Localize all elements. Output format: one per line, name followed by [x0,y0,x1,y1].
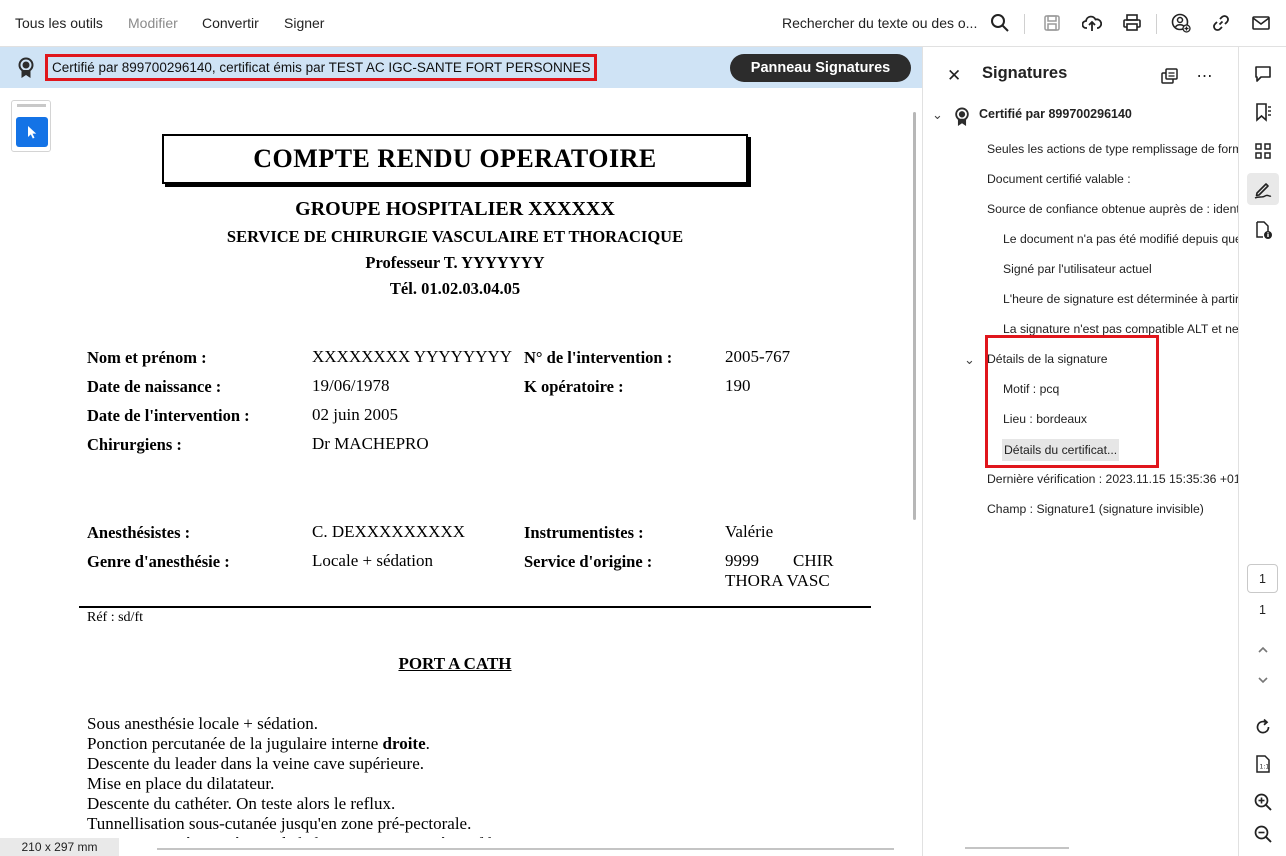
section-title: PORT A CATH [398,654,512,673]
body-line: Descente du leader dans la veine cave su… [87,754,424,773]
origin-service-label: Service d'origine : [524,552,653,571]
intervention-number-value: 2005-767 [725,347,791,366]
validate-all-icon[interactable] [1159,65,1181,87]
signatures-panel: ✕ Signatures ⋯ ⌄ Certifié par 8997002961… [923,47,1238,856]
body-line: Tunnellisation sous-cutanée jusqu'en zon… [87,814,472,833]
certificate-ribbon-icon [16,57,36,79]
link-icon[interactable] [1210,12,1232,34]
svg-text:1:1: 1:1 [1260,764,1270,771]
signature-detail-item: L'heure de signature est déterminée à pa… [1003,292,1238,306]
select-cursor-icon[interactable] [16,117,48,147]
surgeons-value: Dr MACHEPRO [312,434,429,453]
panel-horizontal-scrollbar[interactable] [965,847,1069,849]
intervention-date-label: Date de l'intervention : [87,406,250,425]
close-icon[interactable]: ✕ [947,66,961,86]
name-value: XXXXXXXX YYYYYYYY [312,347,513,366]
top-toolbar: Tous les outils Modifier Convertir Signe… [0,0,1286,47]
signature-detail-item: Document certifié valable : [987,172,1131,186]
signature-detail-item: Seules les actions de type remplissage d… [987,142,1238,156]
section-divider [79,606,871,608]
drag-handle[interactable] [17,104,46,107]
signature-tree-head[interactable]: Certifié par 899700296140 [979,107,1132,121]
document-page: COMPTE RENDU OPERATOIRE GROUPE HOSPITALI… [60,88,900,856]
hospital-name: GROUPE HOSPITALIER XXXXXX [295,198,615,220]
rotate-icon[interactable] [1251,715,1275,739]
thumbnails-icon[interactable] [1251,139,1275,163]
search-input[interactable]: Rechercher du texte ou des o... [782,15,977,31]
surgeons-label: Chirurgiens : [87,435,182,454]
fit-page-icon[interactable]: 1:1 [1251,752,1275,776]
birth-label: Date de naissance : [87,377,222,396]
highlight-box [985,335,1159,468]
body-line: Descente du cathéter. On teste alors le … [87,794,396,813]
phone-number: Tél. 01.02.03.04.05 [389,279,521,298]
comment-icon[interactable] [1251,62,1275,86]
total-pages: 1 [1259,603,1266,617]
document-title: COMPTE RENDU OPERATOIRE [162,134,748,184]
page-size-indicator: 210 x 297 mm [0,838,119,856]
signature-detail-item: Signé par l'utilisateur actuel [1003,262,1152,276]
chevron-up-icon[interactable] [1251,638,1275,662]
document-status-bar [0,838,922,856]
quick-tools-bar [11,100,51,152]
body-line: Ponction percutanée de la jugulaire inte… [87,734,430,753]
more-options-icon[interactable]: ⋯ [1194,65,1216,87]
cloud-upload-icon[interactable] [1081,12,1103,34]
search-icon[interactable] [989,12,1011,34]
panel-title: Signatures [982,64,1068,82]
anesthesia-type-label: Genre d'anesthésie : [87,552,230,571]
k-operatoire-label: K opératoire : [524,377,624,396]
name-label: Nom et prénom : [87,348,207,367]
body-line: Sous anesthésie locale + sédation. [87,714,319,733]
chevron-down-icon[interactable]: ⌄ [932,107,943,123]
signature-detail-item: La signature n'est pas compatible ALT et… [1003,322,1238,336]
zoom-in-icon[interactable] [1251,790,1275,814]
save-icon[interactable] [1041,12,1063,34]
menu-sign[interactable]: Signer [284,15,324,31]
origin-service-value-line2: THORA VASC [725,571,830,590]
chevron-down-icon[interactable]: ⌄ [964,352,975,368]
professor-name: Professeur T. YYYYYYY [365,253,545,272]
certification-status-text: Certifié par 899700296140, certificat ém… [45,54,598,81]
last-verification: Dernière vérification : 2023.11.15 15:35… [987,472,1238,486]
zoom-out-icon[interactable] [1251,822,1275,846]
share-user-icon[interactable] [1170,12,1192,34]
toolbar-separator [1024,14,1025,34]
service-name: SERVICE DE CHIRURGIE VASCULAIRE ET THORA… [226,227,684,246]
instrumentists-label: Instrumentistes : [524,523,644,542]
signature-field: Champ : Signature1 (signature invisible) [987,502,1204,516]
document-scrollbar-thumb[interactable] [913,112,916,520]
signature-banner: Certifié par 899700296140, certificat ém… [0,47,922,88]
anesthetists-label: Anesthésistes : [87,523,191,542]
reference-text: Réf : sd/ft [87,610,143,625]
signature-detail-item: Source de confiance obtenue auprès de : … [987,202,1238,216]
menu-convert[interactable]: Convertir [202,15,259,31]
signature-pen-icon[interactable] [1251,177,1275,201]
anesthetists-value: C. DEXXXXXXXXX [312,522,465,541]
menu-edit[interactable]: Modifier [128,15,178,31]
origin-service-value: 9999 CHIR [725,551,834,570]
anesthesia-type-value: Locale + sédation [312,551,433,570]
horizontal-scrollbar[interactable] [157,848,894,850]
intervention-number-label: N° de l'intervention : [524,348,673,367]
chevron-down-icon[interactable] [1251,668,1275,692]
instrumentists-value: Valérie [725,522,774,541]
intervention-date-value: 02 juin 2005 [312,405,398,424]
certificate-ribbon-icon [953,106,971,128]
menu-all-tools[interactable]: Tous les outils [15,15,103,31]
k-operatoire-value: 190 [725,376,751,395]
current-page-input[interactable]: 1 [1247,564,1278,593]
birth-value: 19/06/1978 [312,376,390,395]
document-viewer: COMPTE RENDU OPERATOIRE GROUPE HOSPITALI… [0,88,922,856]
bookmark-icon[interactable] [1251,100,1275,124]
document-info-icon[interactable] [1251,218,1275,242]
signatures-panel-button[interactable]: Panneau Signatures [730,54,911,82]
body-line: Mise en place du dilatateur. [87,774,275,793]
right-rail: 1 1 1:1 [1238,47,1286,856]
email-icon[interactable] [1250,12,1272,34]
signature-detail-item: Le document n'a pas été modifié depuis q… [1003,232,1238,246]
print-icon[interactable] [1121,12,1143,34]
toolbar-separator [1156,14,1157,34]
